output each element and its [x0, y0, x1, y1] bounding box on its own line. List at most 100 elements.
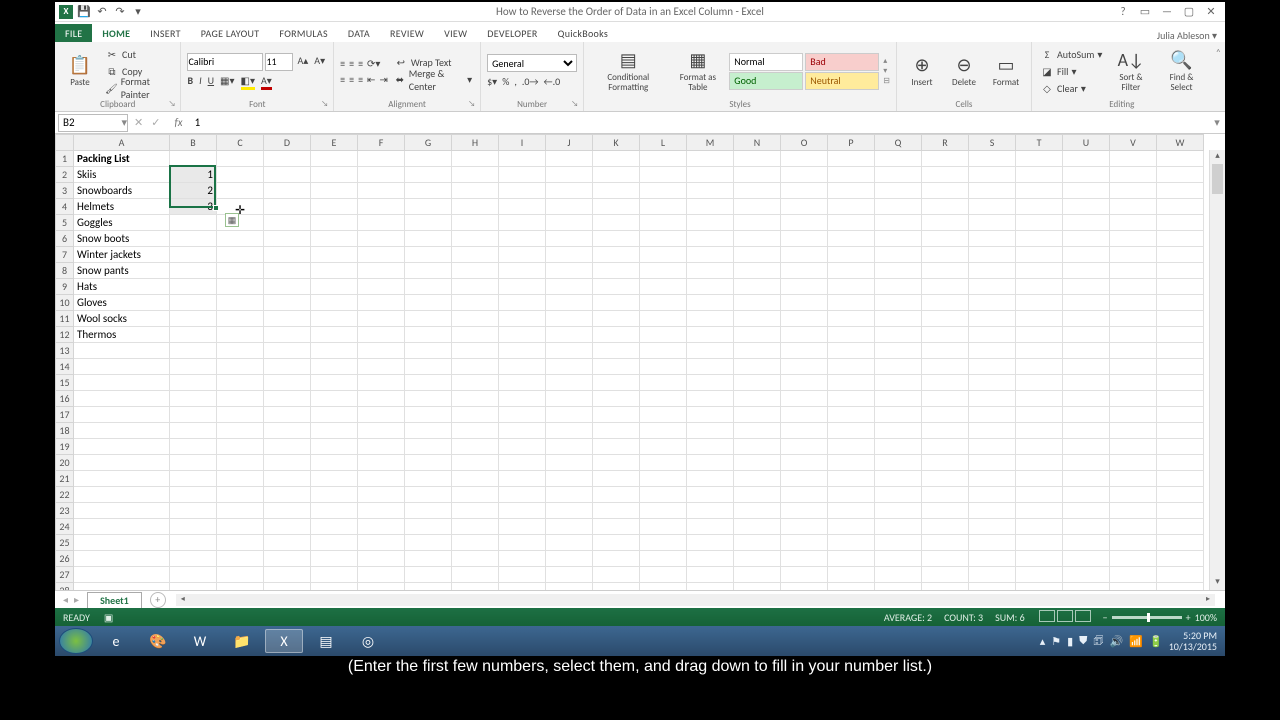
cell[interactable]	[499, 151, 546, 167]
cell[interactable]	[499, 471, 546, 487]
cell[interactable]	[170, 519, 217, 535]
cell[interactable]	[1157, 151, 1204, 167]
column-header[interactable]: M	[687, 135, 734, 151]
row-header[interactable]: 4	[56, 199, 74, 215]
cell[interactable]	[311, 327, 358, 343]
cell[interactable]	[311, 167, 358, 183]
cell[interactable]	[546, 535, 593, 551]
cell[interactable]	[875, 375, 922, 391]
cell[interactable]	[264, 375, 311, 391]
cell[interactable]	[1016, 551, 1063, 567]
cell[interactable]	[170, 263, 217, 279]
cell-styles-gallery[interactable]: NormalBadGoodNeutral	[729, 53, 879, 90]
cell[interactable]	[358, 423, 405, 439]
cell[interactable]	[875, 551, 922, 567]
tray-shield-icon[interactable]: ⛊	[1079, 634, 1087, 648]
cell[interactable]	[969, 343, 1016, 359]
cell[interactable]	[640, 455, 687, 471]
cell[interactable]	[1016, 567, 1063, 583]
cell[interactable]	[828, 423, 875, 439]
row-header[interactable]: 20	[56, 455, 74, 471]
cell[interactable]	[593, 423, 640, 439]
cell[interactable]	[828, 407, 875, 423]
taskbar-explorer-icon[interactable]: 📁	[223, 629, 261, 653]
row-header[interactable]: 27	[56, 567, 74, 583]
cell[interactable]	[593, 151, 640, 167]
scroll-left-icon[interactable]: ◂	[176, 594, 190, 606]
cell[interactable]	[452, 167, 499, 183]
indent-dec-icon[interactable]: ⇤	[367, 73, 375, 86]
cell[interactable]	[687, 231, 734, 247]
taskbar-paint-icon[interactable]: 🎨	[139, 629, 177, 653]
cell[interactable]	[452, 279, 499, 295]
cell[interactable]	[593, 167, 640, 183]
cell[interactable]	[546, 279, 593, 295]
column-header[interactable]: L	[640, 135, 687, 151]
cell[interactable]	[875, 359, 922, 375]
cell[interactable]	[828, 231, 875, 247]
cell[interactable]	[922, 279, 969, 295]
cell[interactable]: Packing List	[74, 151, 170, 167]
cell[interactable]	[405, 279, 452, 295]
enter-icon[interactable]: ✓	[151, 116, 160, 129]
cell[interactable]	[452, 423, 499, 439]
cell[interactable]	[405, 151, 452, 167]
cell[interactable]	[734, 327, 781, 343]
cell[interactable]	[875, 167, 922, 183]
sheet-tab[interactable]: Sheet1	[87, 592, 142, 608]
cell[interactable]	[687, 503, 734, 519]
cell[interactable]	[452, 551, 499, 567]
fill-handle[interactable]	[213, 205, 219, 211]
cell[interactable]	[405, 215, 452, 231]
cell[interactable]	[1110, 455, 1157, 471]
cell[interactable]	[499, 199, 546, 215]
column-header[interactable]: W	[1157, 135, 1204, 151]
style-cell[interactable]: Neutral	[805, 72, 879, 90]
cell[interactable]	[1110, 551, 1157, 567]
cut-button[interactable]: ✂Cut	[103, 46, 174, 62]
cell[interactable]	[781, 215, 828, 231]
cell[interactable]	[781, 151, 828, 167]
cell[interactable]	[452, 407, 499, 423]
format-as-table-button[interactable]: ▦Format as Table	[670, 47, 725, 95]
cell[interactable]	[170, 151, 217, 167]
cell[interactable]	[311, 343, 358, 359]
column-header[interactable]: K	[593, 135, 640, 151]
cell[interactable]	[734, 455, 781, 471]
cell[interactable]	[311, 455, 358, 471]
cell[interactable]	[734, 295, 781, 311]
cell[interactable]	[875, 455, 922, 471]
cell[interactable]	[922, 343, 969, 359]
cell[interactable]: Snowboards	[74, 183, 170, 199]
cell[interactable]	[264, 551, 311, 567]
cell[interactable]	[1016, 343, 1063, 359]
cell[interactable]	[217, 551, 264, 567]
cell[interactable]	[1110, 183, 1157, 199]
cell[interactable]	[1110, 439, 1157, 455]
cell[interactable]	[1110, 535, 1157, 551]
cell[interactable]	[358, 215, 405, 231]
cell[interactable]	[828, 151, 875, 167]
cell[interactable]	[734, 391, 781, 407]
cell[interactable]	[1016, 407, 1063, 423]
cell[interactable]	[734, 167, 781, 183]
cell[interactable]	[922, 551, 969, 567]
cell[interactable]	[922, 535, 969, 551]
row-header[interactable]: 6	[56, 231, 74, 247]
cell[interactable]	[875, 391, 922, 407]
cell[interactable]	[405, 503, 452, 519]
tab-developer[interactable]: DEVELOPER	[477, 24, 547, 42]
cell[interactable]	[828, 327, 875, 343]
cell[interactable]	[781, 503, 828, 519]
cell[interactable]	[781, 583, 828, 591]
cell[interactable]	[546, 487, 593, 503]
cell[interactable]	[217, 375, 264, 391]
cell[interactable]	[1016, 295, 1063, 311]
column-header[interactable]: V	[1110, 135, 1157, 151]
cell[interactable]	[358, 439, 405, 455]
cell[interactable]	[734, 247, 781, 263]
cell[interactable]	[687, 535, 734, 551]
cell[interactable]	[546, 375, 593, 391]
zoom-in-icon[interactable]: +	[1186, 611, 1191, 624]
cell[interactable]	[1110, 295, 1157, 311]
